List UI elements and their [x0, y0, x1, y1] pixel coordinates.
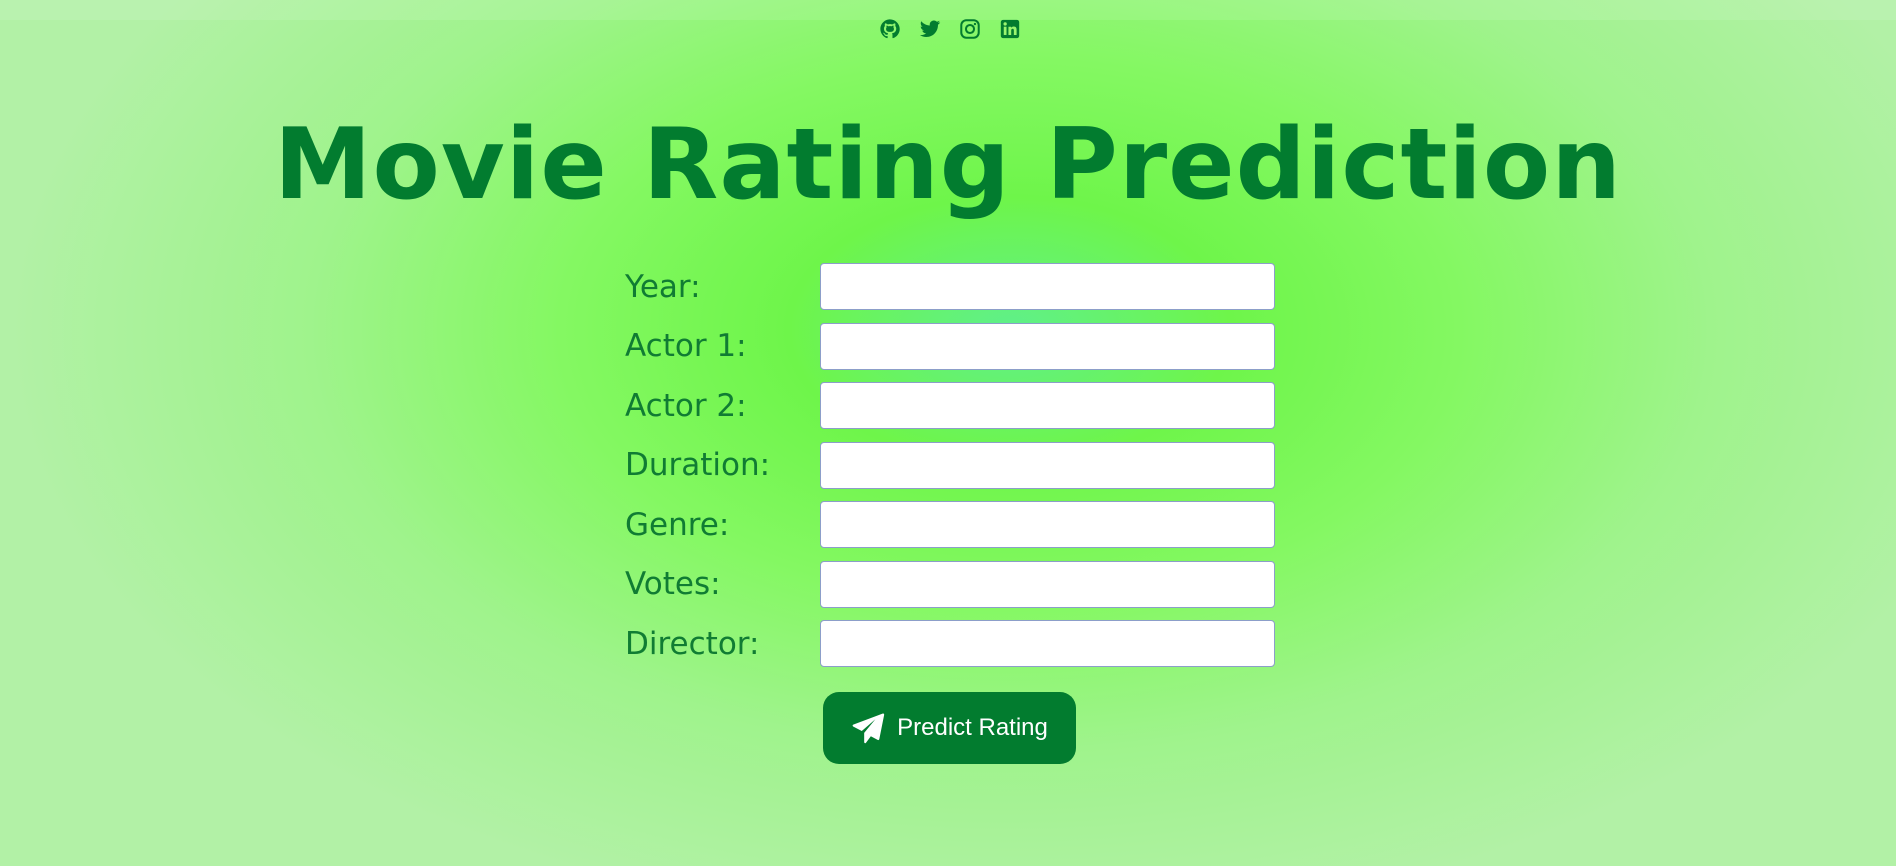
- duration-label: Duration:: [625, 447, 771, 483]
- instagram-icon: [960, 19, 980, 39]
- year-input[interactable]: [820, 263, 1275, 310]
- actor1-label: Actor 1:: [625, 328, 747, 364]
- genre-input[interactable]: [820, 501, 1275, 548]
- genre-row: Genre:: [625, 501, 1275, 548]
- linkedin-link[interactable]: [999, 18, 1021, 40]
- top-strip: [0, 0, 1896, 20]
- social-links: [879, 18, 1021, 40]
- predict-rating-button[interactable]: Predict Rating: [823, 692, 1076, 764]
- year-row: Year:: [625, 263, 1275, 310]
- actor1-row: Actor 1:: [625, 322, 1275, 370]
- votes-row: Votes:: [625, 560, 1275, 608]
- twitter-link[interactable]: [919, 18, 941, 40]
- votes-input[interactable]: [820, 560, 1275, 608]
- votes-label: Votes:: [625, 566, 721, 602]
- linkedin-icon: [1000, 19, 1020, 39]
- genre-label: Genre:: [625, 506, 730, 543]
- director-row: Director:: [625, 620, 1275, 667]
- instagram-link[interactable]: [959, 18, 981, 40]
- actor2-row: Actor 2:: [625, 382, 1275, 429]
- director-label: Director:: [625, 625, 760, 662]
- twitter-icon: [919, 20, 941, 37]
- director-input[interactable]: [820, 620, 1275, 667]
- predict-rating-label: Predict Rating: [897, 714, 1048, 741]
- duration-row: Duration:: [625, 441, 1275, 489]
- year-label: Year:: [625, 268, 701, 305]
- paper-plane-icon: [852, 713, 885, 744]
- actor2-input[interactable]: [820, 382, 1275, 429]
- github-icon: [880, 19, 900, 39]
- github-link[interactable]: [879, 18, 901, 40]
- page-title: Movie Rating Prediction: [274, 108, 1622, 222]
- actor2-label: Actor 2:: [625, 387, 747, 424]
- prediction-form: Year: Actor 1: Actor 2: Duration: Genre:…: [625, 263, 1275, 680]
- duration-input[interactable]: [820, 441, 1275, 489]
- actor1-input[interactable]: [820, 322, 1275, 370]
